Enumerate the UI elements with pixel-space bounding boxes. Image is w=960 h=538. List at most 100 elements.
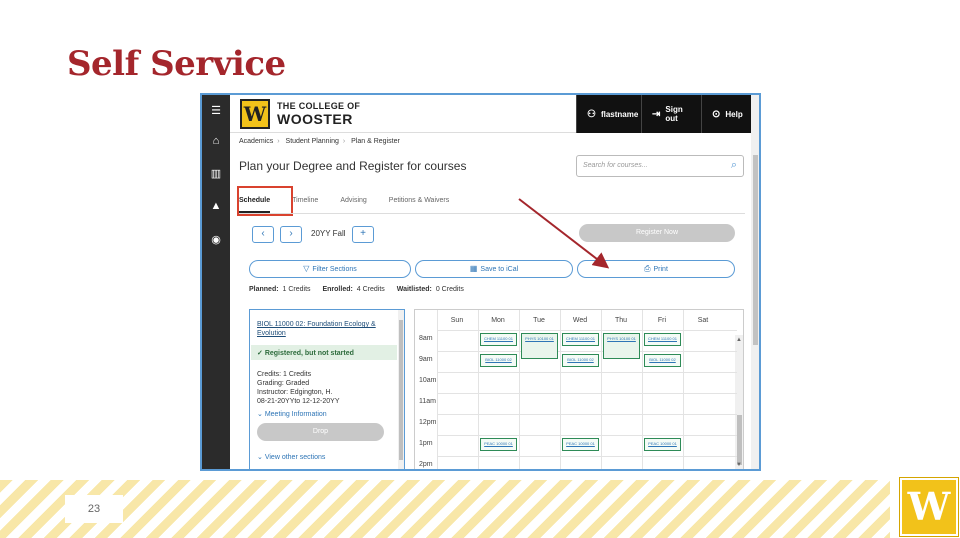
graduation-cap-icon[interactable]: ▲ <box>202 200 230 212</box>
tab-divider <box>239 213 745 214</box>
add-term-button[interactable]: + <box>352 226 374 243</box>
course-scrollbar[interactable] <box>398 310 404 469</box>
planned-value: 1 Credits <box>282 286 311 293</box>
day-header-mon: Mon <box>491 317 505 324</box>
bank-icon[interactable]: ▥ <box>202 167 230 180</box>
status-text: Registered, but not started <box>264 350 354 357</box>
print-button[interactable]: ⎙ Print <box>577 260 735 278</box>
tab-advising[interactable]: Advising <box>340 193 366 213</box>
breadcrumb-student-planning[interactable]: Student Planning <box>286 138 339 145</box>
print-icon: ⎙ <box>644 264 651 273</box>
hour-row-line <box>437 456 737 457</box>
sign-out-button[interactable]: ⇥ Sign out <box>641 95 701 133</box>
tab-petitions-waivers[interactable]: Petitions & Waivers <box>389 193 449 213</box>
slide: Self Service ☰ ⌂ ▥ ▲ ◉ W THE COLLEGE OF … <box>0 0 960 538</box>
filter-sections-button[interactable]: ▽ Filter Sections <box>249 260 411 278</box>
enrolled-label: Enrolled: <box>322 286 353 293</box>
course-grading: Grading: Graded <box>257 380 310 387</box>
scrollbar-thumb[interactable] <box>737 415 742 465</box>
calendar-event[interactable]: CHEM 11100 01 <box>562 333 599 346</box>
chevron-down-icon: ⌄ <box>257 411 263 418</box>
day-column-line <box>601 310 602 469</box>
status-badge: ✓ Registered, but not started <box>251 345 397 360</box>
waitlisted-label: Waitlisted: <box>396 286 432 293</box>
course-credits: Credits: 1 Credits <box>257 371 312 378</box>
print-label: Print <box>653 266 668 273</box>
day-header-sun: Sun <box>450 317 464 324</box>
logo-line-2: WOOSTER <box>277 111 353 127</box>
calendar-event[interactable]: BIOL 11000 02 <box>562 354 599 367</box>
register-now-button[interactable]: Register Now <box>579 224 735 242</box>
time-label-10am: 10am <box>419 377 437 384</box>
user-circle-icon[interactable]: ◉ <box>202 233 230 246</box>
calendar-event[interactable]: BIOL 11000 02 <box>644 354 681 367</box>
day-header-sat: Sat <box>697 317 709 324</box>
course-card: BIOL 11000 02: Foundation Ecology & Evol… <box>249 309 405 469</box>
home-icon[interactable]: ⌂ <box>202 135 230 147</box>
view-other-sections-toggle[interactable]: ⌄ View other sections <box>257 453 325 461</box>
breadcrumb-academics[interactable]: Academics <box>239 138 273 145</box>
footer-band: 23 <box>0 480 960 538</box>
calendar-event[interactable]: PHYS 10100 01 <box>603 333 640 359</box>
logo-line-1: THE COLLEGE OF <box>277 101 361 111</box>
view-other-sections-label: View other sections <box>264 454 326 461</box>
calendar-icon: ▦ <box>469 264 478 273</box>
calendar-event[interactable]: PEAC 10000 01 <box>562 438 599 451</box>
previous-term-button[interactable]: ‹ <box>252 226 274 243</box>
course-instructor: Instructor: Edgington, H. <box>257 389 333 396</box>
time-label-9am: 9am <box>419 356 433 363</box>
calendar-event[interactable]: PEAC 10000 01 <box>480 438 517 451</box>
calendar-event[interactable]: CHEM 11100 01 <box>480 333 517 346</box>
calendar-event[interactable]: PEAC 10000 01 <box>644 438 681 451</box>
user-menu-button[interactable]: ⚇ flastname <box>576 95 641 133</box>
next-term-button[interactable]: › <box>280 226 302 243</box>
calendar-scrollbar[interactable] <box>735 335 743 469</box>
filter-icon: ▽ <box>303 264 310 273</box>
meeting-information-label: Meeting Information <box>264 411 327 418</box>
time-label-2pm: 2pm <box>419 461 433 468</box>
day-header-thu: Thu <box>614 317 628 324</box>
breadcrumb-plan-register[interactable]: Plan & Register <box>351 138 400 145</box>
tab-timeline[interactable]: Timeline <box>292 193 318 213</box>
time-label-12pm: 12pm <box>419 419 437 426</box>
help-icon: ⊙ <box>712 108 721 120</box>
hour-row-line <box>437 372 737 373</box>
striped-pattern <box>0 480 890 538</box>
scroll-down-icon[interactable]: ▼ <box>736 462 742 468</box>
day-header-fri: Fri <box>657 317 667 324</box>
hour-row-line <box>437 435 737 436</box>
scroll-up-icon[interactable]: ▲ <box>736 337 742 343</box>
search-placeholder: Search for courses... <box>583 162 648 169</box>
scrollbar-thumb[interactable] <box>399 320 403 460</box>
waitlisted-value: 0 Credits <box>435 286 464 293</box>
time-label-8am: 8am <box>419 335 433 342</box>
course-title-link[interactable]: BIOL 11000 02: Foundation Ecology & Evol… <box>257 320 387 338</box>
help-button[interactable]: ⊙ Help <box>701 95 751 133</box>
calendar-event[interactable]: BIOL 11000 02 <box>480 354 517 367</box>
page-number: 23 <box>65 495 123 523</box>
planned-label: Planned: <box>249 286 279 293</box>
user-name: flastname <box>600 109 639 119</box>
college-logo[interactable]: W <box>240 99 270 129</box>
page-title: Plan your Degree and Register for course… <box>239 159 467 173</box>
day-header-tue: Tue <box>533 317 545 324</box>
scrollbar-thumb[interactable] <box>753 155 758 345</box>
user-icon: ⚇ <box>587 108 596 120</box>
calendar-event[interactable]: CHEM 11100 01 <box>644 333 681 346</box>
course-dates: 08-21-20YYto 12-12-20YY <box>257 398 340 405</box>
day-column-line <box>519 310 520 469</box>
save-to-ical-button[interactable]: ▦ Save to iCal <box>415 260 573 278</box>
weekly-calendar: ▲ ▼ Sun Mon Tue Wed Thu Fri Sat 8am 9am 10am 11am 1… <box>414 309 744 469</box>
breadcrumb: Academics › Student Planning › Plan & Regi… <box>239 138 400 145</box>
menu-icon[interactable]: ☰ <box>202 104 230 117</box>
course-search-input[interactable]: Search for courses... ⌕ <box>576 155 744 177</box>
hour-row-line <box>437 351 737 352</box>
hour-row-line <box>437 414 737 415</box>
drop-button[interactable]: Drop <box>257 423 384 441</box>
meeting-information-toggle[interactable]: ⌄ Meeting Information <box>257 410 327 418</box>
search-icon[interactable]: ⌕ <box>731 159 737 172</box>
enrolled-value: 4 Credits <box>356 286 385 293</box>
calendar-event[interactable]: PHYS 10100 01 <box>521 333 558 359</box>
day-header-wed: Wed <box>572 317 588 324</box>
page-scrollbar[interactable] <box>751 95 759 469</box>
